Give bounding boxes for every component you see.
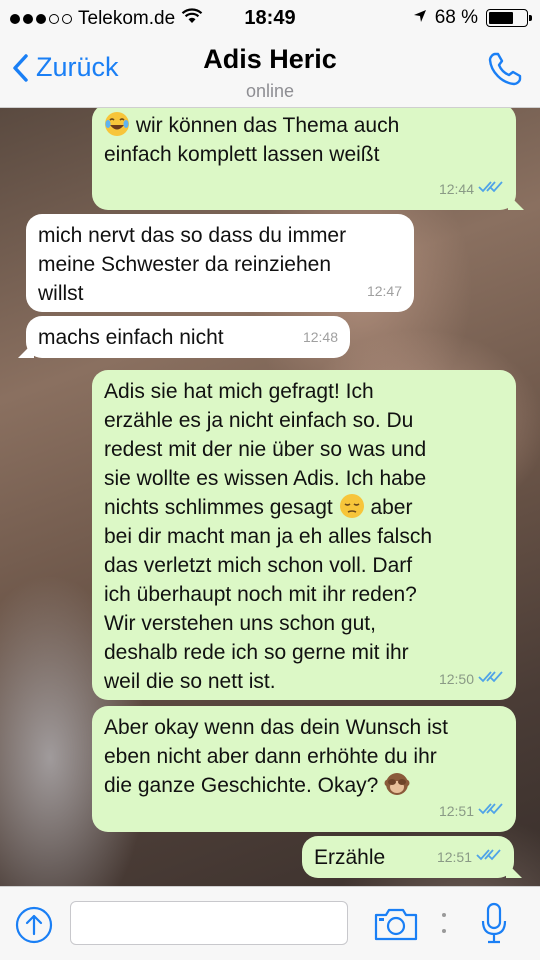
double-check-icon	[476, 843, 502, 872]
call-button[interactable]	[486, 50, 524, 93]
message-bubble-incoming[interactable]: mich nervt das so dass du immer meine Sc…	[26, 214, 414, 312]
battery-percent: 68 %	[434, 7, 478, 28]
status-bar: Telekom.de 18:49 68 %	[0, 0, 540, 38]
message-meta: 12:51	[437, 843, 502, 872]
message-text: mich nervt das so dass du immer meine Sc…	[38, 224, 347, 305]
message-meta: 12:47	[366, 283, 402, 299]
separator-dots-icon	[440, 907, 448, 944]
joy-emoji-icon	[104, 111, 130, 137]
double-check-icon	[478, 175, 504, 204]
see-no-evil-monkey-emoji-icon	[384, 771, 410, 797]
microphone-button[interactable]	[480, 901, 508, 950]
contact-status: online	[245, 81, 295, 101]
double-check-icon	[478, 665, 504, 694]
upload-arrow-icon	[15, 906, 53, 944]
battery-icon	[486, 9, 532, 27]
contact-name: Adis Heric	[203, 44, 337, 74]
share-button[interactable]	[14, 905, 54, 950]
message-meta: 12:51	[439, 797, 504, 826]
message-meta: 12:48	[302, 329, 338, 345]
message-meta: 12:44	[439, 175, 504, 204]
message-text: Adis sie hat mich gefragt! Ich erzähle e…	[104, 380, 432, 693]
camera-button[interactable]	[374, 907, 418, 946]
microphone-icon	[481, 902, 507, 944]
message-bubble-outgoing[interactable]: Aber okay wenn das dein Wunsch ist eben …	[92, 706, 516, 832]
location-arrow-icon	[413, 7, 427, 29]
message-text: Aber okay wenn das dein Wunsch ist eben …	[104, 716, 448, 797]
status-right: 68 %	[413, 7, 532, 29]
chat-header: Zurück Adis Heric online	[0, 38, 540, 108]
camera-icon	[374, 908, 418, 941]
composer-bar	[0, 886, 540, 960]
message-meta: 12:50	[439, 665, 504, 694]
contact-info[interactable]: Adis Heric online	[0, 44, 540, 102]
message-bubble-incoming[interactable]: machs einfach nicht 12:48	[18, 316, 350, 358]
message-bubble-outgoing[interactable]: Erzähle 12:51	[302, 836, 522, 878]
message-text: machs einfach nicht	[38, 326, 224, 349]
double-check-icon	[478, 797, 504, 826]
message-bubble-outgoing[interactable]: Adis sie hat mich gefragt! Ich erzähle e…	[92, 370, 516, 700]
pensive-face-emoji-icon	[339, 493, 365, 519]
message-input[interactable]	[70, 901, 348, 945]
phone-icon	[488, 52, 522, 86]
message-text: wir können das Thema auch einfach komple…	[104, 111, 504, 169]
message-list[interactable]: wir können das Thema auch einfach komple…	[0, 108, 540, 886]
message-bubble-outgoing[interactable]: wir können das Thema auch einfach komple…	[92, 108, 524, 210]
